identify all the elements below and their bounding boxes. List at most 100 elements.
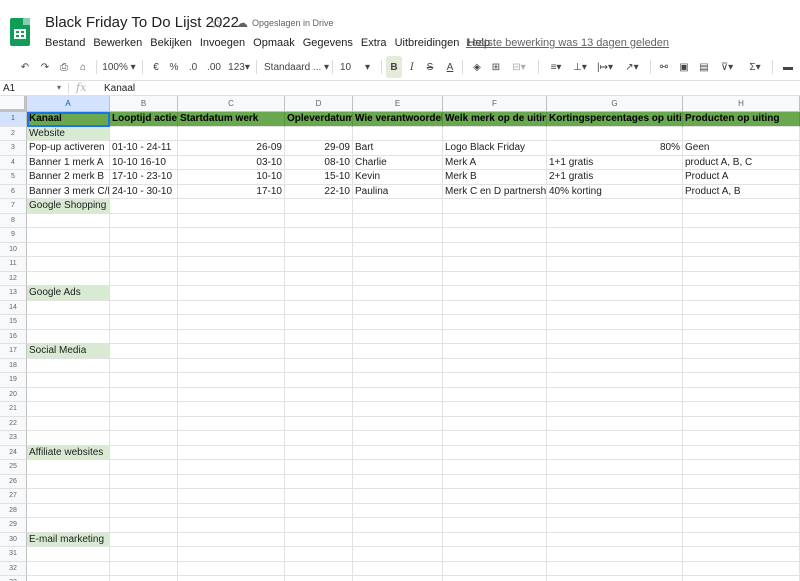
cell-e32[interactable] [353,561,443,576]
cell-b29[interactable] [110,518,178,533]
cell-b22[interactable] [110,416,178,431]
cell-g1[interactable]: Kortingspercentages op uiting [547,112,683,127]
redo-icon[interactable]: ↷ [38,56,52,78]
cell-f1[interactable]: Welk merk op de uiting [443,112,547,127]
decimal-decrease-button[interactable]: .0 [185,56,201,78]
row-header[interactable]: 12 [0,271,27,286]
row-header[interactable]: 1 [0,112,27,127]
text-rotation-icon[interactable]: ↗▾ [620,56,644,78]
percent-button[interactable]: % [168,56,180,78]
cell-b31[interactable] [110,547,178,562]
cell-g24[interactable] [547,445,683,460]
cell-d24[interactable] [285,445,353,460]
name-box[interactable]: A1 [3,83,63,94]
cell-c10[interactable] [178,242,285,257]
cell-f14[interactable] [443,300,547,315]
cell-f7[interactable] [443,199,547,214]
cell-c13[interactable] [178,286,285,301]
menu-opmaak[interactable]: Opmaak [253,37,295,51]
row-header[interactable]: 22 [0,416,27,431]
cell-h10[interactable] [683,242,800,257]
cell-h18[interactable] [683,358,800,373]
cell-g5[interactable]: 2+1 gratis [547,170,683,185]
cell-b1[interactable]: Looptijd actie [110,112,178,127]
cell-a21[interactable] [27,402,110,417]
cell-a12[interactable] [27,271,110,286]
cell-h17[interactable] [683,344,800,359]
row-header[interactable]: 3 [0,141,27,156]
row-header[interactable]: 19 [0,373,27,388]
cell-b30[interactable] [110,532,178,547]
row-header[interactable]: 6 [0,184,27,199]
row-header[interactable]: 13 [0,286,27,301]
cell-a2[interactable]: Website [27,126,110,141]
cell-d11[interactable] [285,257,353,272]
column-header-c[interactable]: C [178,96,285,112]
cell-b27[interactable] [110,489,178,504]
chevron-down-icon[interactable]: ▾ [57,83,61,92]
cell-d2[interactable] [285,126,353,141]
cell-e13[interactable] [353,286,443,301]
cell-b20[interactable] [110,387,178,402]
cell-a5[interactable]: Banner 2 merk B [27,170,110,185]
cell-h8[interactable] [683,213,800,228]
row-header[interactable]: 9 [0,228,27,243]
cell-e8[interactable] [353,213,443,228]
row-header[interactable]: 31 [0,547,27,562]
cell-d17[interactable] [285,344,353,359]
cell-h19[interactable] [683,373,800,388]
column-header-h[interactable]: H [683,96,800,112]
cell-c16[interactable] [178,329,285,344]
cell-h25[interactable] [683,460,800,475]
cell-a28[interactable] [27,503,110,518]
cell-e2[interactable] [353,126,443,141]
cell-c12[interactable] [178,271,285,286]
cell-a29[interactable] [27,518,110,533]
cell-g3[interactable]: 80% [547,141,683,156]
row-header[interactable]: 32 [0,561,27,576]
cell-h21[interactable] [683,402,800,417]
cell-g33[interactable] [547,576,683,581]
text-wrap-icon[interactable]: |↦▾ [594,56,616,78]
cell-d14[interactable] [285,300,353,315]
cell-e15[interactable] [353,315,443,330]
cell-d7[interactable] [285,199,353,214]
cell-c27[interactable] [178,489,285,504]
cell-d15[interactable] [285,315,353,330]
cell-e12[interactable] [353,271,443,286]
cell-b9[interactable] [110,228,178,243]
cell-a23[interactable] [27,431,110,446]
cell-b33[interactable] [110,576,178,581]
cell-f17[interactable] [443,344,547,359]
cell-b19[interactable] [110,373,178,388]
row-header[interactable]: 20 [0,387,27,402]
cell-a27[interactable] [27,489,110,504]
cell-d27[interactable] [285,489,353,504]
last-edit-link[interactable]: Laatste bewerking was 13 dagen geleden [466,37,669,49]
row-header[interactable]: 8 [0,213,27,228]
cell-a22[interactable] [27,416,110,431]
cell-b32[interactable] [110,561,178,576]
font-size-select[interactable]: 10 ▾ [340,56,378,78]
cell-h22[interactable] [683,416,800,431]
row-header[interactable]: 15 [0,315,27,330]
menu-bestand[interactable]: Bestand [45,37,85,51]
cell-f9[interactable] [443,228,547,243]
cell-e31[interactable] [353,547,443,562]
cell-c8[interactable] [178,213,285,228]
cell-f16[interactable] [443,329,547,344]
cell-a1[interactable]: Kanaal [27,112,110,127]
row-header[interactable]: 7 [0,199,27,214]
cell-e9[interactable] [353,228,443,243]
cell-b23[interactable] [110,431,178,446]
cell-a24[interactable]: Affiliate websites [27,445,110,460]
row-header[interactable]: 28 [0,503,27,518]
cell-c17[interactable] [178,344,285,359]
functions-icon[interactable]: Σ▾ [744,56,766,78]
row-header[interactable]: 21 [0,402,27,417]
cell-f15[interactable] [443,315,547,330]
cell-f20[interactable] [443,387,547,402]
cell-a30[interactable]: E-mail marketing [27,532,110,547]
cell-d25[interactable] [285,460,353,475]
cell-f6[interactable]: Merk C en D partnership [443,184,547,199]
